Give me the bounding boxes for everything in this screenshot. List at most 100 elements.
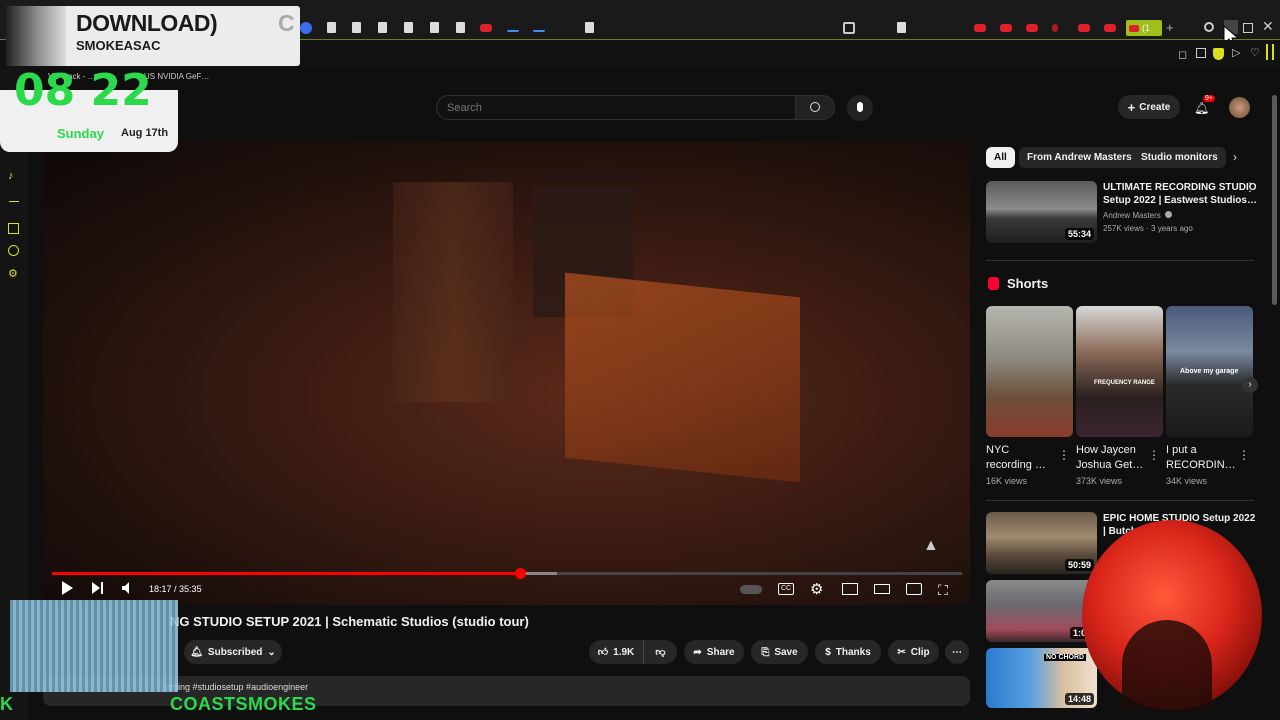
shorts-heading: Shorts: [1007, 276, 1049, 291]
restore-icon[interactable]: [1243, 23, 1253, 33]
more-icon[interactable]: ⋮: [1244, 180, 1256, 194]
play-icon[interactable]: ▷: [1232, 46, 1240, 59]
search-tabs-icon[interactable]: [1204, 22, 1214, 32]
time-separator: /: [171, 584, 180, 594]
miniplayer-icon[interactable]: [842, 583, 858, 595]
autoplay-toggle[interactable]: [740, 585, 762, 594]
voice-search-button[interactable]: [847, 95, 873, 121]
video-thumbnail[interactable]: 1:05: [986, 580, 1097, 642]
bookmark-icon[interactable]: ◻: [1178, 48, 1187, 61]
search-button[interactable]: [795, 95, 835, 120]
subscribed-button[interactable]: 🔔︎ Subscribed ⌄: [184, 640, 282, 664]
doc-icon[interactable]: [327, 22, 336, 33]
chip-all[interactable]: All: [986, 147, 1015, 168]
create-button[interactable]: + Create: [1118, 95, 1180, 119]
doc-icon[interactable]: [404, 22, 413, 33]
dislike-button[interactable]: 👎︎: [643, 640, 677, 664]
divider: [986, 260, 1254, 261]
short-title[interactable]: RECORDIN…: [1166, 458, 1236, 473]
shorts-next-button[interactable]: ›: [1242, 377, 1258, 393]
tiktok-icon[interactable]: ♪: [8, 170, 14, 182]
youtube-icon[interactable]: [1026, 24, 1038, 32]
active-tab[interactable]: (1: [1126, 20, 1162, 36]
doc-icon[interactable]: [352, 22, 361, 33]
clip-label: Clip: [910, 646, 930, 658]
scrollbar-thumb[interactable]: [1272, 95, 1277, 305]
youtube-icon[interactable]: [1000, 24, 1012, 32]
youtube-icon[interactable]: [1078, 24, 1090, 32]
volume-icon[interactable]: [121, 580, 135, 599]
qr-icon[interactable]: [843, 22, 855, 34]
new-tab-button[interactable]: +: [1166, 20, 1174, 35]
play-button[interactable]: [60, 580, 74, 599]
channel-name[interactable]: Andrew Masters: [1103, 211, 1161, 220]
short-title[interactable]: How Jaycen: [1076, 443, 1136, 458]
current-time: 18:17: [149, 584, 172, 594]
doc-icon[interactable]: [378, 22, 387, 33]
divider: [9, 201, 19, 202]
gear-icon[interactable]: ⚙: [8, 267, 18, 280]
like-button[interactable]: 👍︎ 1.9K: [589, 640, 643, 664]
search-input[interactable]: [437, 96, 795, 120]
video-player[interactable]: ▲: [43, 142, 970, 605]
save-button[interactable]: ⎘ Save: [751, 640, 808, 664]
next-button[interactable]: [91, 580, 105, 599]
notifications-button[interactable]: 🔔︎ 9+: [1193, 95, 1215, 115]
scrubber-handle[interactable]: [514, 568, 526, 579]
youtube-icon[interactable]: [1104, 24, 1116, 32]
chip-from-channel[interactable]: From Andrew Masters: [1019, 147, 1140, 168]
recommendation-title[interactable]: ULTIMATE RECORDING STUDIO: [1103, 181, 1257, 194]
settings-icon[interactable]: ⚙: [810, 580, 823, 598]
fullscreen-icon[interactable]: ⛶: [938, 582, 948, 599]
share-button[interactable]: ➦ Share: [684, 640, 744, 664]
video-thumbnail[interactable]: 55:34: [986, 181, 1097, 243]
chart-icon[interactable]: [533, 22, 545, 32]
theater-mode-icon[interactable]: [874, 584, 890, 594]
video-thumbnail[interactable]: 50:59: [986, 512, 1097, 574]
youtube-icon[interactable]: [974, 24, 986, 32]
short-title[interactable]: Joshua Get…: [1076, 458, 1143, 473]
chip-studio-monitors[interactable]: Studio monitors: [1133, 147, 1226, 168]
more-icon[interactable]: ⋮: [1058, 448, 1070, 462]
doc-icon[interactable]: [585, 22, 594, 33]
more-icon[interactable]: ⋮: [1238, 448, 1250, 462]
played-bar: [52, 572, 520, 575]
recommendation-title[interactable]: Setup 2022 | Eastwest Studios…: [1103, 194, 1257, 207]
short-thumbnail[interactable]: [986, 306, 1073, 437]
video-thumbnail[interactable]: NO CHORD 14:48: [986, 648, 1097, 708]
captions-icon[interactable]: CC: [778, 583, 794, 595]
verified-icon: [1165, 211, 1172, 218]
search-icon: [810, 102, 820, 112]
more-actions-button[interactable]: ⋯: [945, 640, 969, 664]
doc-icon[interactable]: [456, 22, 465, 33]
avatar[interactable]: [1229, 97, 1250, 118]
chrome-icon[interactable]: [300, 22, 312, 34]
overlay-title: DOWNLOAD): [76, 10, 218, 36]
youtube-icon[interactable]: [1052, 24, 1058, 32]
chevron-right-icon[interactable]: ›: [1233, 150, 1237, 164]
short-title[interactable]: NYC: [986, 443, 1009, 458]
heart-icon[interactable]: ♡: [1250, 46, 1260, 59]
search-box[interactable]: [436, 95, 796, 120]
cast-icon[interactable]: [906, 583, 922, 595]
channel-watermark-icon: ▲: [923, 537, 939, 554]
short-title[interactable]: I put a: [1166, 443, 1197, 458]
apps-icon[interactable]: [8, 223, 19, 234]
overlay-artwork: [6, 6, 66, 66]
doc-icon[interactable]: [897, 22, 906, 33]
history-icon[interactable]: [8, 245, 19, 256]
share-label: Share: [706, 646, 735, 658]
chart-icon[interactable]: [507, 22, 519, 32]
more-icon[interactable]: ⋮: [1148, 448, 1160, 462]
youtube-icon[interactable]: [480, 24, 492, 32]
clip-button[interactable]: ✂ Clip: [888, 640, 939, 664]
progress-bar[interactable]: [52, 568, 962, 579]
doc-icon[interactable]: [430, 22, 439, 33]
short-thumbnail[interactable]: Above my garage: [1166, 306, 1253, 437]
short-thumbnail[interactable]: FREQUENCY RANGE: [1076, 306, 1163, 437]
thanks-button[interactable]: $ Thanks: [815, 640, 881, 664]
short-title[interactable]: recording …: [986, 458, 1046, 473]
close-icon[interactable]: ✕: [1262, 18, 1274, 35]
screenshot-icon[interactable]: [1196, 48, 1206, 58]
shield-icon[interactable]: [1213, 48, 1224, 60]
